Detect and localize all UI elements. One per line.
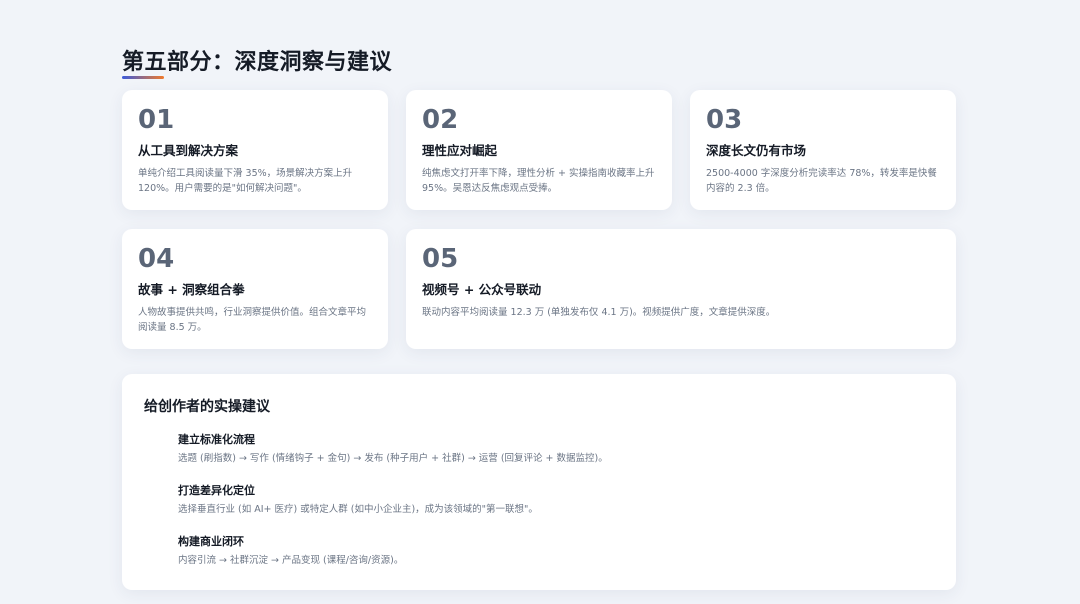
insight-card-4: 04 故事 + 洞察组合拳 人物故事提供共鸣，行业洞察提供价值。组合文章平均阅读… xyxy=(122,229,388,349)
title-underline xyxy=(122,76,164,79)
card-description: 单纯介绍工具阅读量下滑 35%，场景解决方案上升 120%。用户需要的是"如何解… xyxy=(138,168,353,194)
advice-item-title: 构建商业闭环 xyxy=(178,535,244,548)
insight-card-5: 05 视频号 + 公众号联动 联动内容平均阅读量 12.3 万 (单独发布仅 4… xyxy=(406,229,956,349)
advice-item-description: 选题 (刷指数) → 写作 (情绪钩子 + 金句) → 发布 (种子用户 + 社… xyxy=(178,453,608,464)
card-number: 02 xyxy=(422,105,459,135)
card-title: 理性应对崛起 xyxy=(422,143,498,158)
card-number: 04 xyxy=(138,244,175,274)
page-title: 第五部分：深度洞察与建议 xyxy=(122,50,393,75)
card-description: 纯焦虑文打开率下降，理性分析 + 实操指南收藏率上升 95%。吴恩达反焦虑观点受… xyxy=(422,168,655,194)
advice-item-1: 建立标准化流程 选题 (刷指数) → 写作 (情绪钩子 + 金句) → 发布 (… xyxy=(178,432,938,466)
card-description: 人物故事提供共鸣，行业洞察提供价值。组合文章平均阅读量 8.5 万。 xyxy=(138,307,367,333)
insight-card-3: 03 深度长文仍有市场 2500-4000 字深度分析完读率达 78%，转发率是… xyxy=(690,90,956,210)
advice-title: 给创作者的实操建议 xyxy=(144,399,270,415)
card-number: 03 xyxy=(706,105,743,135)
advice-item-2: 打造差异化定位 选择垂直行业 (如 AI+ 医疗) 或特定人群 (如中小企业主)… xyxy=(178,483,938,517)
advice-item-3: 构建商业闭环 内容引流 → 社群沉淀 → 产品变现 (课程/咨询/资源)。 xyxy=(178,534,938,568)
card-number: 05 xyxy=(422,244,459,274)
card-title: 故事 + 洞察组合拳 xyxy=(138,282,245,297)
card-description: 联动内容平均阅读量 12.3 万 (单独发布仅 4.1 万)。视频提供广度，文章… xyxy=(422,307,776,318)
slide-page: 第五部分：深度洞察与建议 01 从工具到解决方案 单纯介绍工具阅读量下滑 35%… xyxy=(0,0,1080,604)
advice-item-title: 建立标准化流程 xyxy=(178,433,255,446)
card-title: 深度长文仍有市场 xyxy=(706,143,807,158)
advice-panel: 给创作者的实操建议 建立标准化流程 选题 (刷指数) → 写作 (情绪钩子 + … xyxy=(122,374,956,590)
card-title: 视频号 + 公众号联动 xyxy=(422,282,542,297)
card-title: 从工具到解决方案 xyxy=(138,143,239,158)
advice-item-description: 内容引流 → 社群沉淀 → 产品变现 (课程/咨询/资源)。 xyxy=(178,555,404,566)
card-description: 2500-4000 字深度分析完读率达 78%，转发率是快餐内容的 2.3 倍。 xyxy=(706,168,937,194)
advice-item-description: 选择垂直行业 (如 AI+ 医疗) 或特定人群 (如中小企业主)，成为该领域的"… xyxy=(178,504,538,515)
insight-card-1: 01 从工具到解决方案 单纯介绍工具阅读量下滑 35%，场景解决方案上升 120… xyxy=(122,90,388,210)
card-number: 01 xyxy=(138,105,175,135)
advice-item-title: 打造差异化定位 xyxy=(178,484,255,497)
insight-card-2: 02 理性应对崛起 纯焦虑文打开率下降，理性分析 + 实操指南收藏率上升 95%… xyxy=(406,90,672,210)
